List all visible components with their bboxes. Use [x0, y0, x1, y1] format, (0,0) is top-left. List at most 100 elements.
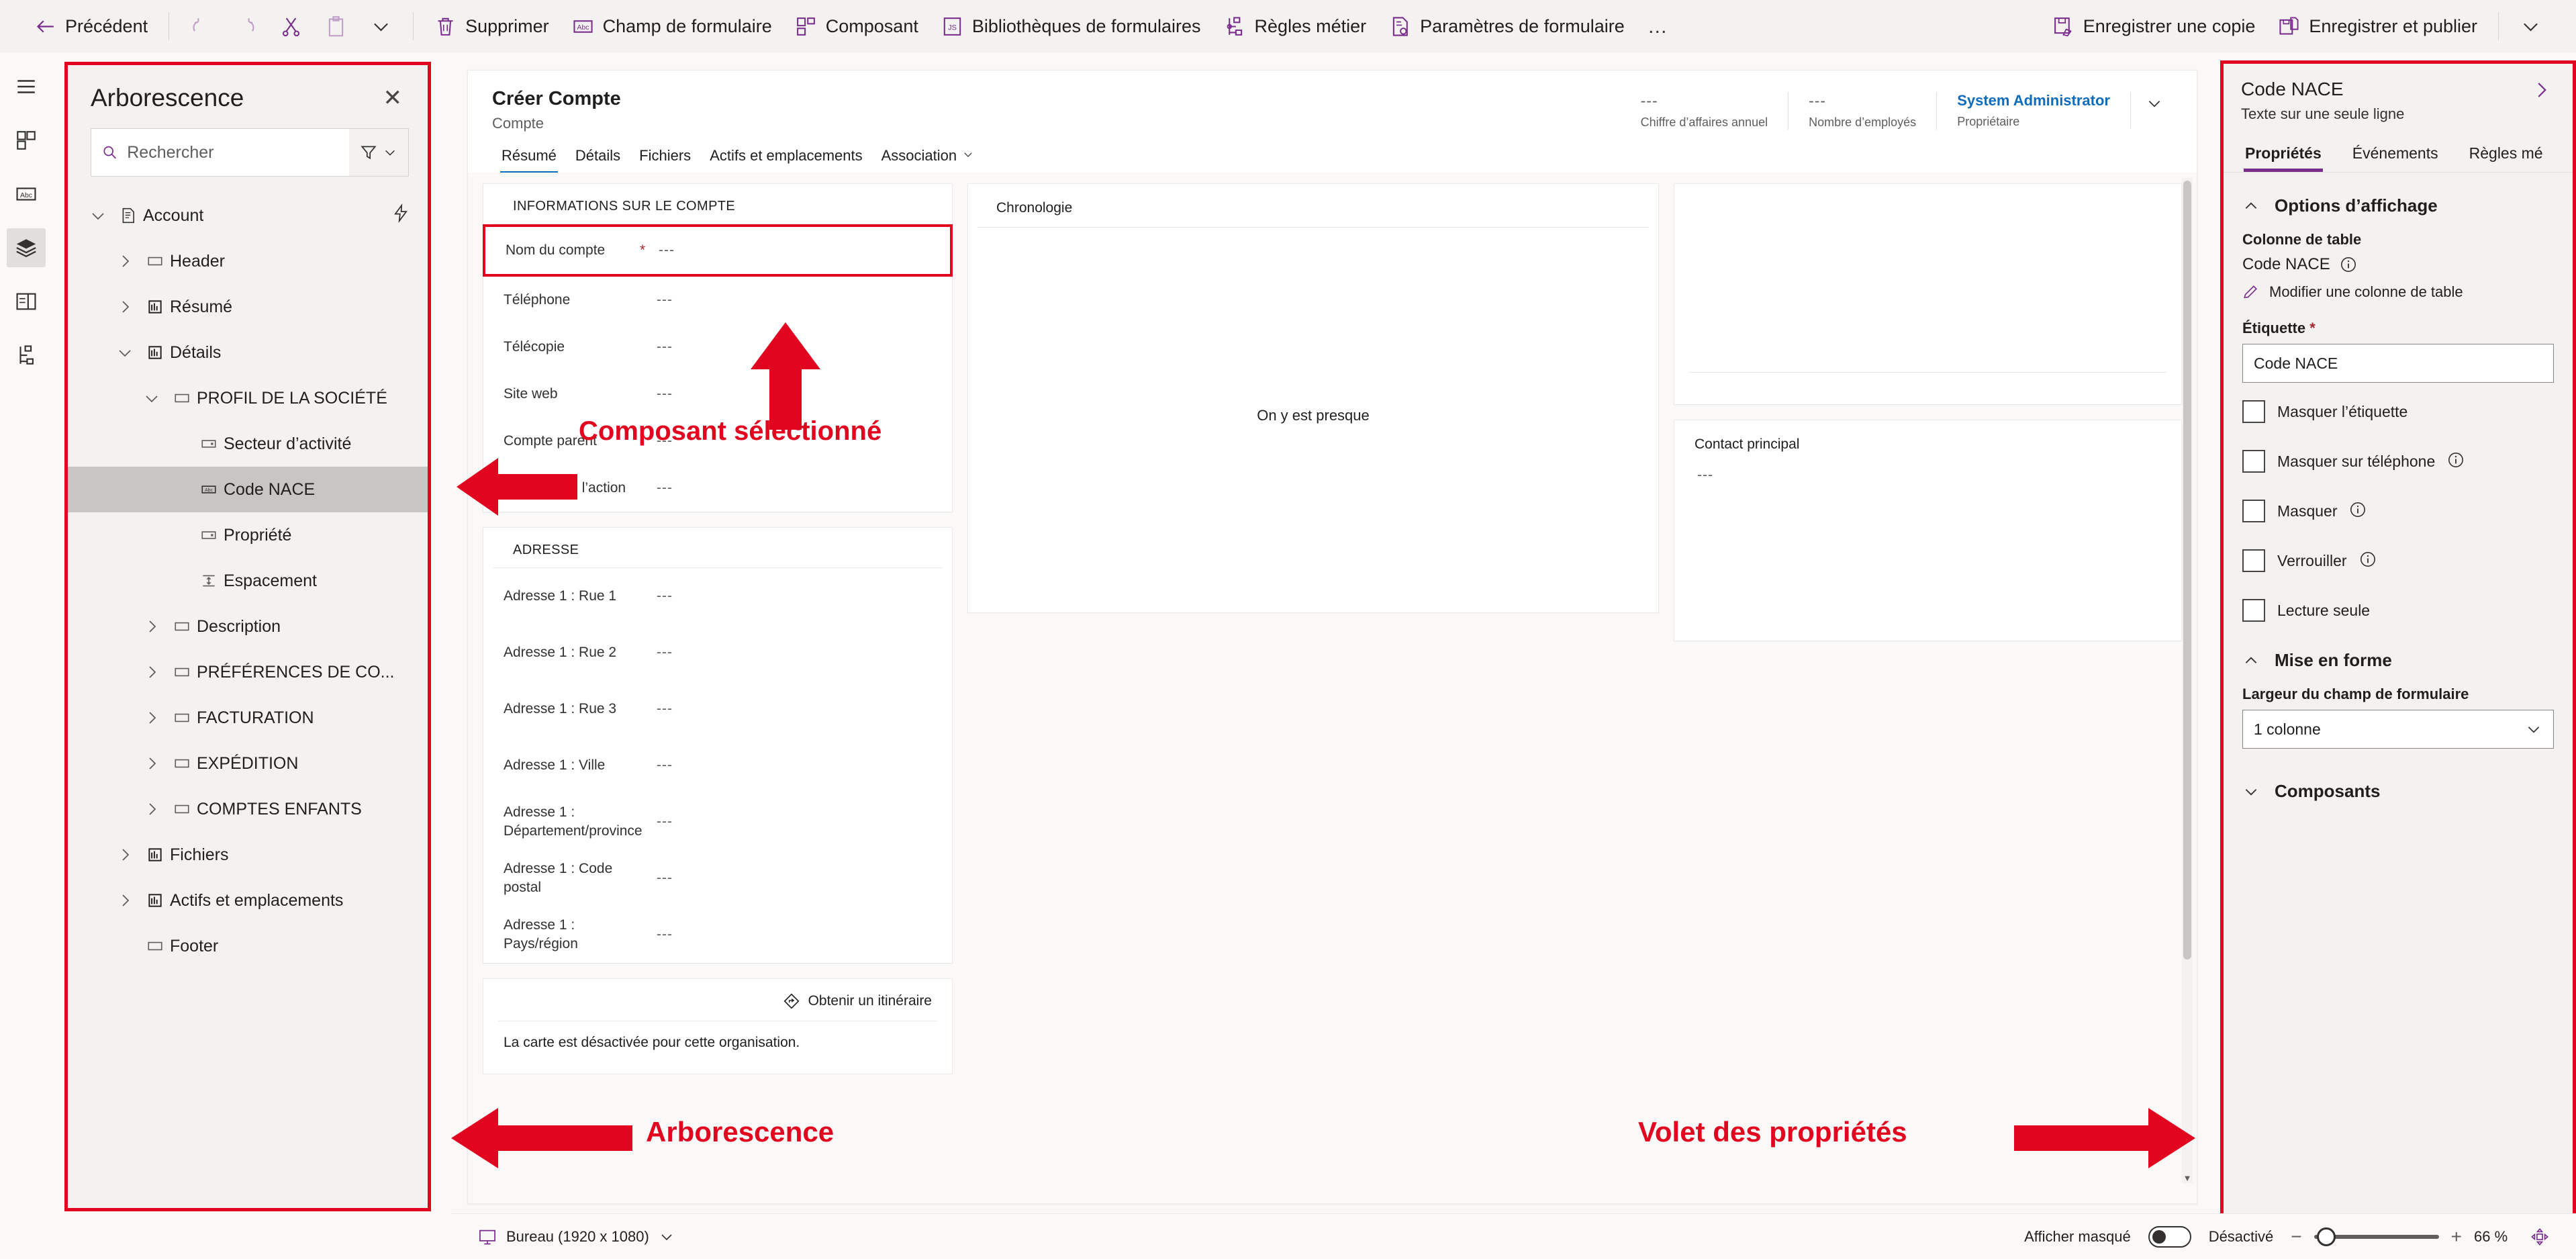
tree-node-d-tails[interactable]: Détails [68, 330, 428, 375]
form-field-row[interactable]: Adresse 1 : Rue 2 --- [483, 624, 952, 681]
component-button[interactable]: Composant [783, 6, 930, 46]
get-directions-button[interactable]: Obtenir un itinéraire [483, 979, 952, 1021]
zoom-slider[interactable] [2313, 1227, 2439, 1246]
tree-expand-chevron-icon[interactable] [109, 299, 140, 315]
form-field-row[interactable]: Adresse 1 : Pays/région --- [483, 906, 952, 963]
form-field-row[interactable]: Télécopie --- [483, 324, 952, 371]
tree-node-comptes-enfants[interactable]: COMPTES ENFANTS [68, 786, 428, 832]
rail-components-button[interactable] [7, 121, 46, 160]
cut-button[interactable] [269, 6, 314, 46]
overflow-menu-button[interactable]: … [1636, 6, 1682, 46]
info-icon[interactable] [2340, 256, 2357, 273]
form-field-row[interactable]: Compte parent --- [483, 418, 952, 465]
form-field-row[interactable]: Adresse 1 : Rue 3 --- [483, 681, 952, 737]
form-field-row[interactable]: Site web --- [483, 371, 952, 418]
tree-node-header[interactable]: Header [68, 238, 428, 284]
checkbox-box[interactable] [2242, 500, 2265, 522]
label-input[interactable] [2242, 344, 2554, 383]
tree-node-profil-de-la-soci-t[interactable]: PROFIL DE LA SOCIÉTÉ [68, 375, 428, 421]
tree-node-actifs-et-emplacements[interactable]: Actifs et emplacements [68, 878, 428, 923]
checkbox-box[interactable] [2242, 450, 2265, 473]
business-rules-button[interactable]: Règles métier [1212, 6, 1378, 46]
filter-button[interactable] [349, 129, 408, 176]
back-button[interactable]: Précédent [23, 6, 159, 46]
tree-expand-chevron-icon[interactable] [136, 618, 167, 635]
tree-node-espacement[interactable]: Espacement [68, 558, 428, 604]
display-options-accordion[interactable]: Options d’affichage [2242, 195, 2554, 216]
tree-node-code-nace[interactable]: Abc Code NACE [68, 467, 428, 512]
zoom-in-button[interactable]: + [2451, 1227, 2462, 1246]
scroll-down-arrow-icon[interactable]: ▼ [2182, 1172, 2193, 1183]
checkbox-masquer[interactable]: Masquer [2242, 492, 2554, 530]
tree-expand-chevron-icon[interactable] [109, 253, 140, 269]
form-field-button[interactable]: Abc Champ de formulaire [561, 6, 783, 46]
chevron-down-icon[interactable] [962, 147, 974, 164]
zoom-out-button[interactable]: − [2291, 1227, 2301, 1246]
device-selector[interactable]: Bureau (1920 x 1080) [478, 1227, 675, 1246]
rail-fields-button[interactable]: Abc [7, 175, 46, 214]
checkbox-box[interactable] [2242, 549, 2265, 572]
properties-tab-v-nements[interactable]: Événements [2346, 140, 2445, 172]
tree-node-facturation[interactable]: FACTURATION [68, 695, 428, 741]
info-icon[interactable] [2447, 451, 2465, 472]
owner-value[interactable]: System Administrator [1957, 92, 2110, 109]
redo-button[interactable] [224, 6, 269, 46]
tree-expand-chevron-icon[interactable] [109, 847, 140, 863]
form-field-row[interactable]: Adresse 1 : Rue 1 --- [483, 568, 952, 624]
rail-relations-button[interactable] [7, 336, 46, 375]
tree-expand-chevron-icon[interactable] [109, 344, 140, 361]
tree-node-footer[interactable]: Footer [68, 923, 428, 969]
form-tab-r-sum[interactable]: Résumé [492, 142, 566, 174]
undo-button[interactable] [179, 6, 224, 46]
tree-node-description[interactable]: Description [68, 604, 428, 649]
flash-icon[interactable] [391, 203, 410, 228]
tree-node-r-sum[interactable]: Résumé [68, 284, 428, 330]
properties-tab-propri-t-s[interactable]: Propriétés [2238, 140, 2328, 172]
zoom-slider-thumb[interactable] [2316, 1227, 2336, 1246]
save-publish-button[interactable]: Enregistrer et publier [2267, 6, 2489, 46]
form-field-row[interactable]: Téléphone --- [483, 277, 952, 324]
tree-expand-chevron-icon[interactable] [83, 207, 113, 224]
form-tab-fichiers[interactable]: Fichiers [630, 142, 700, 174]
save-publish-caret[interactable] [2508, 6, 2553, 46]
canvas-scrollbar[interactable]: ▲ ▼ [2182, 178, 2193, 1183]
form-field-row[interactable]: Adresse 1 : Code postal --- [483, 850, 952, 906]
form-tab-actifs-et-emplacements[interactable]: Actifs et emplacements [700, 142, 871, 174]
delete-button[interactable]: Supprimer [423, 6, 561, 46]
save-copy-button[interactable]: Enregistrer une copie [2041, 6, 2267, 46]
header-expand-button[interactable] [2131, 92, 2173, 115]
properties-tab-r-gles-m[interactable]: Règles mé [2463, 140, 2550, 172]
close-icon[interactable]: ✕ [377, 83, 410, 113]
tree-expand-chevron-icon[interactable] [136, 710, 167, 726]
checkbox-verrouiller[interactable]: Verrouiller [2242, 541, 2554, 580]
tree-expand-chevron-icon[interactable] [136, 664, 167, 680]
tree-node-exp-dition[interactable]: EXPÉDITION [68, 741, 428, 786]
checkbox-box[interactable] [2242, 400, 2265, 423]
info-icon[interactable] [2359, 551, 2377, 571]
info-icon[interactable] [2349, 501, 2367, 522]
paste-button[interactable] [314, 6, 359, 46]
checkbox-masquer-l-tiquette[interactable]: Masquer l’étiquette [2242, 392, 2554, 431]
formatting-accordion[interactable]: Mise en forme [2242, 650, 2554, 671]
scroll-thumb[interactable] [2183, 181, 2191, 960]
form-field-row[interactable]: Symbole de l’action --- [483, 465, 952, 512]
show-hidden-toggle[interactable] [2148, 1225, 2191, 1248]
form-tab-d-tails[interactable]: Détails [566, 142, 630, 174]
field-width-select[interactable]: 1 colonne [2242, 710, 2554, 749]
tree-node-account[interactable]: Account [68, 193, 428, 238]
tree-expand-chevron-icon[interactable] [136, 755, 167, 772]
edit-table-column-link[interactable]: Modifier une colonne de table [2242, 283, 2554, 301]
rail-properties-button[interactable] [7, 282, 46, 321]
tree-expand-chevron-icon[interactable] [136, 801, 167, 817]
tree-expand-chevron-icon[interactable] [109, 892, 140, 908]
search-input[interactable] [127, 142, 338, 162]
paste-options-caret[interactable] [359, 6, 403, 46]
expand-panel-button[interactable] [2527, 79, 2555, 105]
tree-node-secteur-d-activit[interactable]: Secteur d’activité [68, 421, 428, 467]
form-field-row[interactable]: Adresse 1 : Département/province --- [483, 794, 952, 850]
form-libraries-button[interactable]: JS Bibliothèques de formulaires [930, 6, 1212, 46]
rail-menu-button[interactable] [7, 67, 46, 106]
fit-to-screen-icon[interactable] [2530, 1227, 2549, 1246]
form-field-row[interactable]: Nom du compte * --- [483, 224, 953, 277]
checkbox-lecture-seule[interactable]: Lecture seule [2242, 591, 2554, 630]
